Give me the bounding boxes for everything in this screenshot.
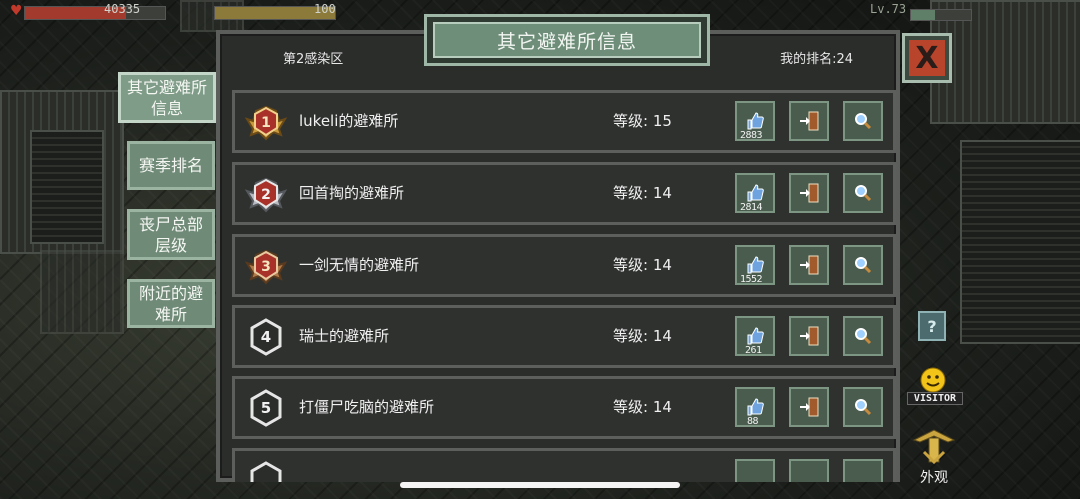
like-count: 88 — [747, 416, 759, 427]
shelter-level: 等级: 14 — [613, 327, 672, 345]
rank-hexagon-icon: 5 — [250, 389, 282, 427]
tab-nearby-shelters[interactable]: 附近的避难所 — [127, 279, 215, 328]
home-indicator[interactable] — [400, 482, 680, 488]
like-button[interactable] — [735, 459, 775, 482]
shelter-name: 一剑无情的避难所 — [299, 256, 420, 274]
visit-shelter-button[interactable] — [789, 459, 829, 482]
hp-bar — [24, 6, 166, 20]
ranking-row: 2 回首掏的避难所 等级: 14 2814 — [232, 162, 896, 225]
enter-door-icon — [800, 397, 819, 417]
enter-door-icon — [800, 255, 819, 275]
building — [30, 130, 104, 244]
building — [960, 140, 1080, 344]
magnifier-icon — [855, 328, 872, 345]
thumbs-up-icon — [747, 184, 764, 202]
question-icon: ? — [927, 316, 937, 336]
visit-shelter-button[interactable] — [789, 387, 829, 427]
like-button[interactable]: 261 — [735, 316, 775, 356]
zone-label: 第2感染区 — [283, 52, 344, 67]
like-count: 1552 — [740, 274, 763, 285]
ranking-row: 4 瑞士的避难所 等级: 14 261 — [232, 305, 896, 368]
inspect-button[interactable] — [843, 101, 883, 141]
resource-value: 100 — [314, 2, 336, 16]
magnifier-icon — [855, 257, 872, 274]
close-icon: X — [909, 40, 945, 76]
visit-shelter-button[interactable] — [789, 245, 829, 285]
bronze-rank-badge-icon: 3 — [244, 249, 288, 285]
inspect-button[interactable] — [843, 245, 883, 285]
inspect-button[interactable] — [843, 387, 883, 427]
visitor-button[interactable]: VISITOR — [907, 392, 963, 405]
shelter-name: 瑞士的避难所 — [299, 327, 390, 345]
enter-door-icon — [800, 183, 819, 203]
rank-number: 1 — [261, 115, 271, 131]
like-button[interactable]: 88 — [735, 387, 775, 427]
rank-number: 3 — [261, 259, 271, 275]
gold-rank-badge-icon: 1 — [244, 105, 288, 141]
thumbs-up-icon — [747, 256, 764, 274]
shelter-info-panel: 第2感染区 我的排名:24 1 lukeli的避难所 等级: 15 2883 2… — [216, 30, 900, 482]
shelter-level: 等级: 14 — [613, 256, 672, 274]
shelter-level: 等级: 15 — [613, 112, 672, 130]
tab-zombie-hq-levels[interactable]: 丧尸总部层级 — [127, 209, 215, 260]
rank-number: 5 — [261, 399, 271, 417]
thumbs-up-icon — [747, 398, 764, 416]
like-button[interactable]: 1552 — [735, 245, 775, 285]
tab-label: 赛季排名 — [138, 156, 203, 175]
panel-title: 其它避难所信息 — [433, 22, 701, 58]
xp-bar — [910, 9, 972, 21]
panel-title-plate: 其它避难所信息 — [424, 14, 710, 66]
magnifier-icon — [855, 185, 872, 202]
tab-label: 附近的避难所 — [138, 283, 203, 324]
inspect-button[interactable] — [843, 173, 883, 213]
shelter-level: 等级: 14 — [613, 398, 672, 416]
enter-door-icon — [800, 111, 819, 131]
thumbs-up-icon — [747, 112, 764, 130]
rank-hexagon-icon: 4 — [250, 318, 282, 356]
my-rank-label: 我的排名:24 — [780, 52, 853, 67]
shelter-name: 回首掏的避难所 — [299, 184, 405, 202]
inspect-button[interactable] — [843, 459, 883, 482]
visit-shelter-button[interactable] — [789, 316, 829, 356]
hp-heart-icon: ♥ — [10, 3, 23, 19]
player-level: Lv.73 — [870, 2, 907, 16]
like-count: 2883 — [740, 130, 763, 141]
help-button[interactable]: ? — [918, 311, 946, 341]
magnifier-icon — [855, 399, 872, 416]
visit-shelter-button[interactable] — [789, 101, 829, 141]
rank-number: 4 — [261, 328, 271, 346]
thumbs-up-icon — [747, 327, 764, 345]
hp-value: 40335 — [104, 2, 141, 16]
rank-hexagon-icon — [250, 461, 282, 482]
inspect-button[interactable] — [843, 316, 883, 356]
smiley-icon[interactable] — [918, 365, 948, 395]
ranking-row: 3 一剑无情的避难所 等级: 14 1552 — [232, 234, 896, 297]
shelter-level: 等级: 14 — [613, 184, 672, 202]
rank-number: 2 — [261, 187, 271, 203]
enter-door-icon — [800, 326, 819, 346]
tab-label: 其它避难所信息 — [126, 77, 207, 118]
like-count: 261 — [745, 345, 762, 356]
ranking-row: 1 lukeli的避难所 等级: 15 2883 — [232, 90, 896, 153]
tab-other-shelters[interactable]: 其它避难所信息 — [118, 72, 216, 123]
silver-rank-badge-icon: 2 — [244, 177, 288, 213]
shelter-name: 打僵尸吃脑的避难所 — [299, 398, 435, 416]
tab-season-ranking[interactable]: 赛季排名 — [127, 141, 215, 190]
shelter-emblem-icon[interactable] — [912, 424, 956, 466]
close-button[interactable]: X — [902, 33, 952, 83]
visit-shelter-button[interactable] — [789, 173, 829, 213]
ranking-row: 5 打僵尸吃脑的避难所 等级: 14 88 — [232, 376, 896, 439]
shelter-name: lukeli的避难所 — [299, 112, 399, 130]
like-count: 2814 — [740, 202, 763, 213]
tab-label: 丧尸总部层级 — [138, 214, 203, 255]
building — [40, 250, 124, 334]
like-button[interactable]: 2883 — [735, 101, 775, 141]
like-button[interactable]: 2814 — [735, 173, 775, 213]
magnifier-icon — [855, 113, 872, 130]
appearance-button[interactable]: 外观 — [906, 467, 962, 487]
ranking-row — [232, 448, 896, 482]
